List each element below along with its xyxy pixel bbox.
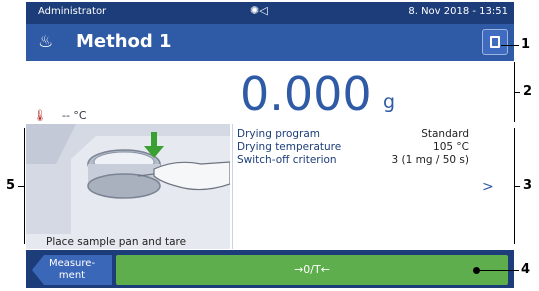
brightness-icon: ✺ <box>250 4 260 17</box>
user-name: Administrator <box>38 6 107 17</box>
bracket-5 <box>24 128 25 244</box>
thermometer-icon: 🌡 <box>33 109 47 122</box>
chevron-right-icon[interactable]: > <box>482 179 494 195</box>
tare-button[interactable]: →0/T← <box>116 255 508 285</box>
status-bar: Administrator ✺◁ 8. Nov 2018 - 13:51 <box>26 2 514 24</box>
bracket-5-tick <box>18 186 24 187</box>
callout-5: 5 <box>6 178 16 193</box>
info-value-drying-program: Standard <box>421 128 469 140</box>
callout-3: 3 <box>523 178 533 193</box>
home-button[interactable] <box>482 29 508 55</box>
info-value-switch-off: 3 (1 mg / 50 s) <box>391 154 469 166</box>
steam-icon: ♨ <box>38 32 54 52</box>
callout-line-1 <box>501 45 519 46</box>
bracket-2-tick <box>514 92 520 93</box>
callout-4: 4 <box>521 262 531 277</box>
callout-line-4 <box>475 270 519 271</box>
instruction-text: Place sample pan and tare <box>46 236 187 248</box>
callout-dot-4 <box>473 267 480 274</box>
info-label-drying-program: Drying program <box>237 128 321 140</box>
callout-2: 2 <box>523 84 533 99</box>
temperature-value: -- °C <box>62 109 87 122</box>
bracket-3-tick <box>514 186 520 187</box>
date-time: 8. Nov 2018 - 13:51 <box>408 6 508 17</box>
sample-pan-illustration <box>26 124 231 234</box>
callout-1: 1 <box>521 37 531 52</box>
method-title: Method 1 <box>76 31 172 52</box>
method-header: ♨ Method 1 <box>26 24 514 62</box>
system-icons: ✺◁ <box>250 4 268 17</box>
tare-label: →0/T← <box>294 263 330 276</box>
speaker-icon: ◁ <box>259 4 268 17</box>
instruction-image-panel <box>26 124 231 249</box>
home-icon <box>490 36 500 48</box>
measurement-label: Measure- ment <box>48 258 96 281</box>
weight-value: 0.000 <box>240 67 372 121</box>
weight-unit: g <box>383 91 396 113</box>
info-value-drying-temperature: 105 °C <box>433 141 469 153</box>
measurement-button[interactable]: Measure- ment <box>32 255 112 285</box>
method-info-panel[interactable]: Drying program Standard Drying temperatu… <box>232 124 515 249</box>
